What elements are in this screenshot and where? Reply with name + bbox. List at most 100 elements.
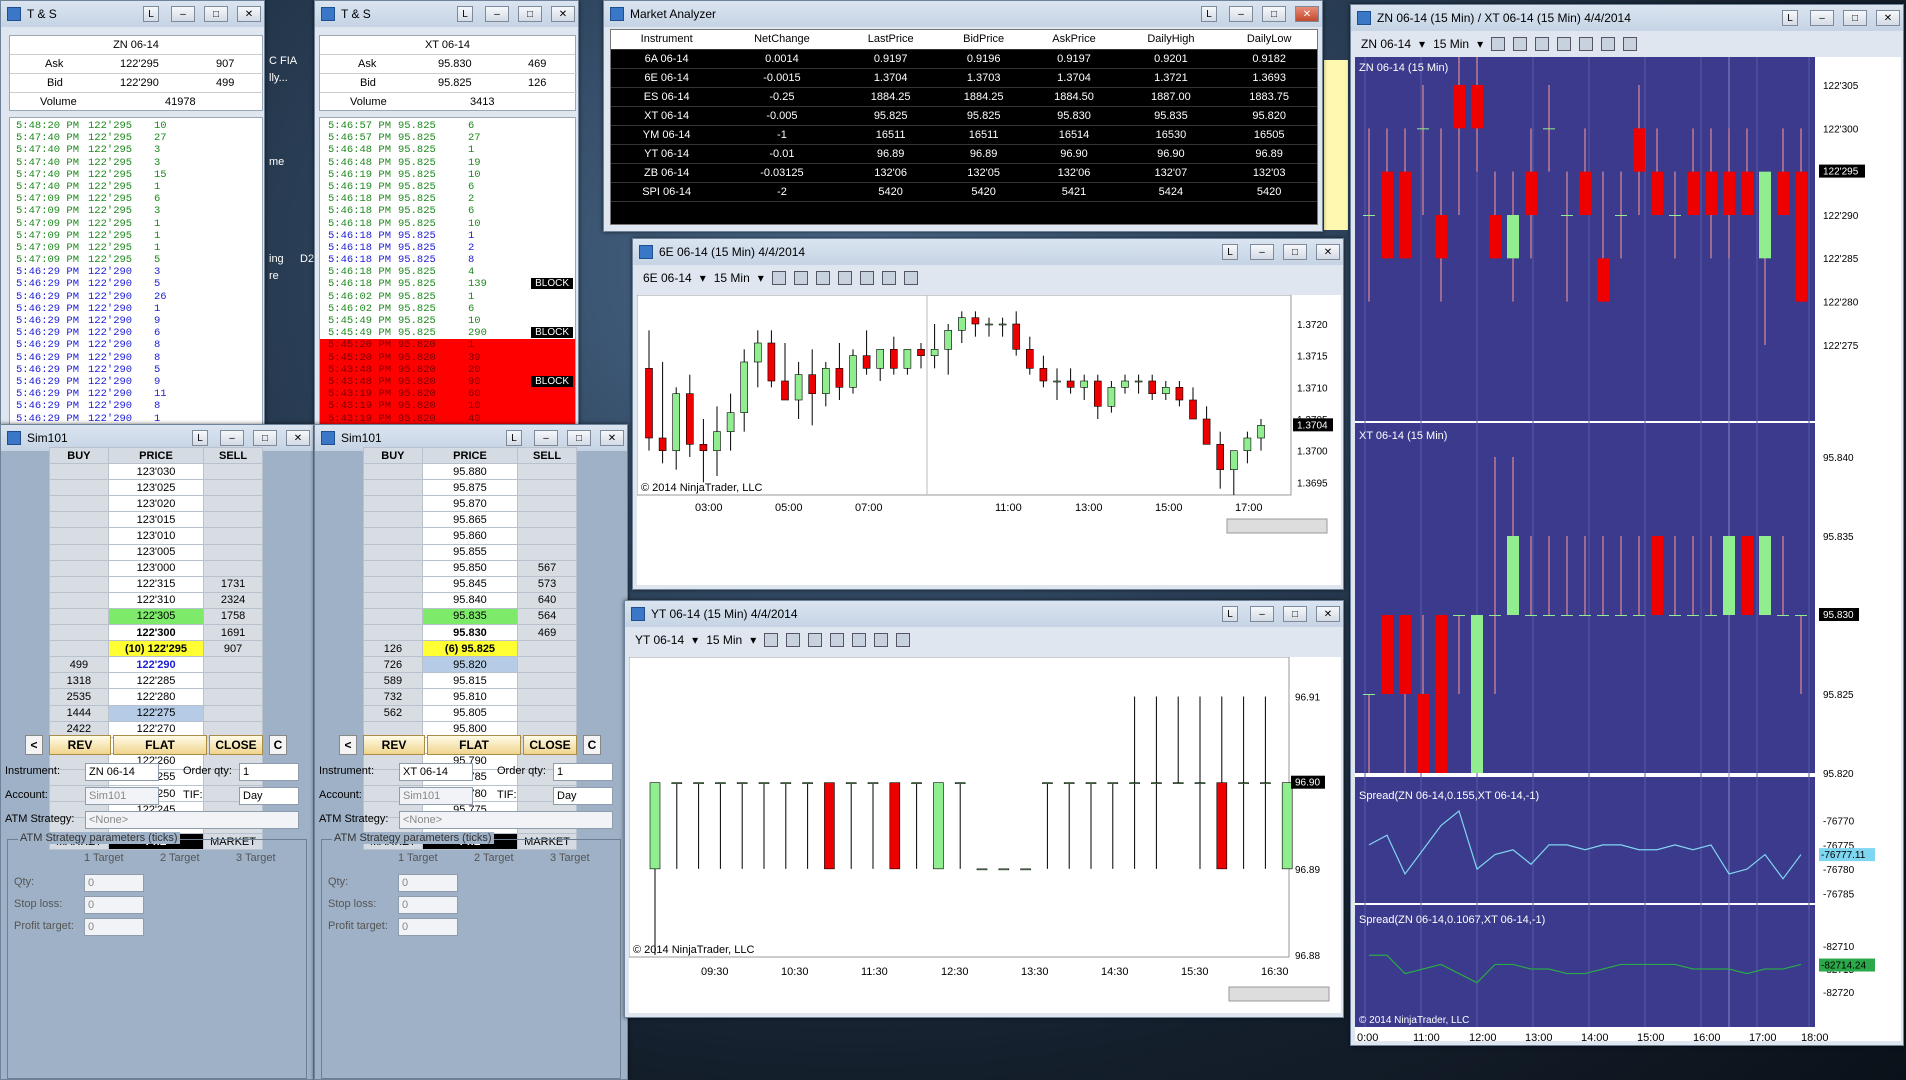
ladder-row[interactable]: 123'015 (49, 511, 263, 529)
column-header[interactable]: Instrument (611, 30, 723, 50)
column-header[interactable]: NetChange (722, 30, 842, 50)
strategies-icon[interactable] (874, 633, 889, 647)
buy-cell[interactable] (363, 607, 423, 626)
column-header[interactable]: DailyLow (1221, 30, 1317, 50)
atm-strategy-select[interactable]: <None> (85, 811, 299, 829)
maximize-icon[interactable]: □ (1283, 244, 1307, 260)
param-field[interactable]: 0 (398, 874, 458, 892)
title-bar[interactable]: YT 06-14 (15 Min) 4/4/2014 L – □ ✕ (625, 601, 1343, 627)
price-cell[interactable]: 123'000 (107, 559, 205, 577)
price-cell[interactable]: 95.815 (421, 672, 519, 690)
properties-icon[interactable] (896, 633, 911, 647)
ladder-row[interactable]: 126 (6) 95.825 (363, 640, 577, 658)
param-field[interactable]: 0 (398, 896, 458, 914)
ladder-row[interactable]: 95.860 (363, 527, 577, 545)
reverse-button[interactable]: REV (363, 735, 425, 755)
table-row[interactable]: 6E 06-14 -0.0015 1.3704 1.3703 1.3704 1.3721 1… (611, 68, 1317, 88)
collapse-button[interactable]: < (25, 735, 43, 755)
chevron-down-icon[interactable]: ▾ (1477, 37, 1483, 51)
sell-cell[interactable] (203, 559, 263, 577)
table-row[interactable]: 6A 06-14 0.0014 0.9197 0.9196 0.9197 0.9201 0.… (611, 49, 1317, 69)
minimize-icon[interactable]: – (1810, 10, 1834, 26)
cursor-icon[interactable] (815, 271, 830, 285)
buy-cell[interactable]: 126 (363, 640, 423, 658)
sell-cell[interactable]: 1731 (203, 575, 263, 593)
link-button[interactable]: L (143, 6, 159, 22)
buy-cell[interactable] (49, 527, 109, 545)
bar-type-icon[interactable] (1491, 37, 1506, 51)
sell-cell[interactable] (203, 479, 263, 497)
maximize-icon[interactable]: □ (204, 6, 228, 22)
minimize-icon[interactable]: – (1229, 6, 1253, 22)
flatten-button[interactable]: FLAT (113, 735, 207, 755)
instrument-select[interactable]: 6E 06-14 (643, 271, 692, 285)
buy-cell[interactable] (49, 575, 109, 593)
ladder-row[interactable]: 95.835 564 (363, 607, 577, 626)
table-row[interactable]: YM 06-14 -1 16511 16511 16514 16530 16505 (611, 125, 1317, 145)
ladder-row[interactable]: 589 95.815 (363, 672, 577, 690)
sell-cell[interactable] (517, 640, 577, 658)
price-cell[interactable]: 122'310 (107, 591, 205, 609)
maximize-icon[interactable]: □ (567, 430, 591, 446)
buy-cell[interactable] (49, 463, 109, 481)
buy-cell[interactable] (363, 624, 423, 642)
sell-cell[interactable] (517, 495, 577, 513)
close-icon[interactable]: ✕ (1876, 10, 1900, 26)
buy-cell[interactable] (49, 607, 109, 626)
sell-cell[interactable]: 573 (517, 575, 577, 593)
target-radio[interactable]: 1 Target (84, 852, 124, 864)
close-icon[interactable]: ✕ (286, 430, 310, 446)
link-button[interactable]: L (506, 430, 522, 446)
ladder-row[interactable]: (10) 122'295 907 (49, 640, 263, 658)
cancel-button[interactable]: C (269, 735, 287, 755)
account-field[interactable]: Sim101 (85, 787, 159, 805)
sell-cell[interactable] (203, 704, 263, 722)
column-header[interactable]: LastPrice (841, 30, 940, 50)
bar-type-icon[interactable] (771, 271, 786, 285)
draw-tool-icon[interactable] (786, 633, 801, 647)
target-radio[interactable]: 1 Target (398, 852, 438, 864)
buy-cell[interactable] (363, 463, 423, 481)
link-button[interactable]: L (1782, 10, 1798, 26)
buy-cell[interactable] (363, 559, 423, 577)
column-header[interactable]: DailyHigh (1120, 30, 1222, 50)
price-cell[interactable]: (10) 122'295 (107, 640, 205, 658)
scrollbar[interactable] (1228, 986, 1330, 1002)
minimize-icon[interactable]: – (220, 430, 244, 446)
properties-icon[interactable] (1623, 37, 1638, 51)
order-qty-field[interactable]: 1 (553, 763, 613, 781)
price-chart[interactable]: 1.37201.37151.37101.37051.37001.36951.37… (637, 295, 1341, 585)
order-qty-field[interactable]: 1 (239, 763, 299, 781)
buy-cell[interactable]: 726 (363, 656, 423, 674)
period-select[interactable]: 15 Min (706, 633, 742, 647)
sell-cell[interactable] (517, 656, 577, 674)
buy-cell[interactable]: 732 (363, 688, 423, 706)
close-icon[interactable]: ✕ (551, 6, 575, 22)
price-cell[interactable]: 95.865 (421, 511, 519, 529)
sell-cell[interactable] (203, 672, 263, 690)
account-field[interactable]: Sim101 (399, 787, 473, 805)
close-icon[interactable]: ✕ (237, 6, 261, 22)
strategies-icon[interactable] (1601, 37, 1616, 51)
title-bar[interactable]: T & S L – □ ✕ (315, 1, 578, 27)
strategies-icon[interactable] (881, 271, 896, 285)
column-header[interactable]: BidPrice (939, 30, 1028, 50)
buy-cell[interactable] (49, 640, 109, 658)
price-cell[interactable]: 95.810 (421, 688, 519, 706)
flatten-button[interactable]: FLAT (427, 735, 521, 755)
sell-cell[interactable] (517, 543, 577, 561)
price-cell[interactable]: 95.805 (421, 704, 519, 722)
price-cell[interactable]: 95.820 (421, 656, 519, 674)
sell-cell[interactable]: 640 (517, 591, 577, 609)
sell-cell[interactable]: 564 (517, 607, 577, 626)
cursor-icon[interactable] (1535, 37, 1550, 51)
ladder-row[interactable]: 122'305 1758 (49, 607, 263, 626)
ladder-row[interactable]: 123'005 (49, 543, 263, 561)
ladder-row[interactable]: 123'010 (49, 527, 263, 545)
zoom-icon[interactable] (837, 271, 852, 285)
table-row[interactable]: YT 06-14 -0.01 96.89 96.89 96.90 96.90 96.89 (611, 144, 1317, 164)
sell-cell[interactable] (517, 672, 577, 690)
minimize-icon[interactable]: – (485, 6, 509, 22)
cursor-icon[interactable] (808, 633, 823, 647)
param-field[interactable]: 0 (84, 918, 144, 936)
